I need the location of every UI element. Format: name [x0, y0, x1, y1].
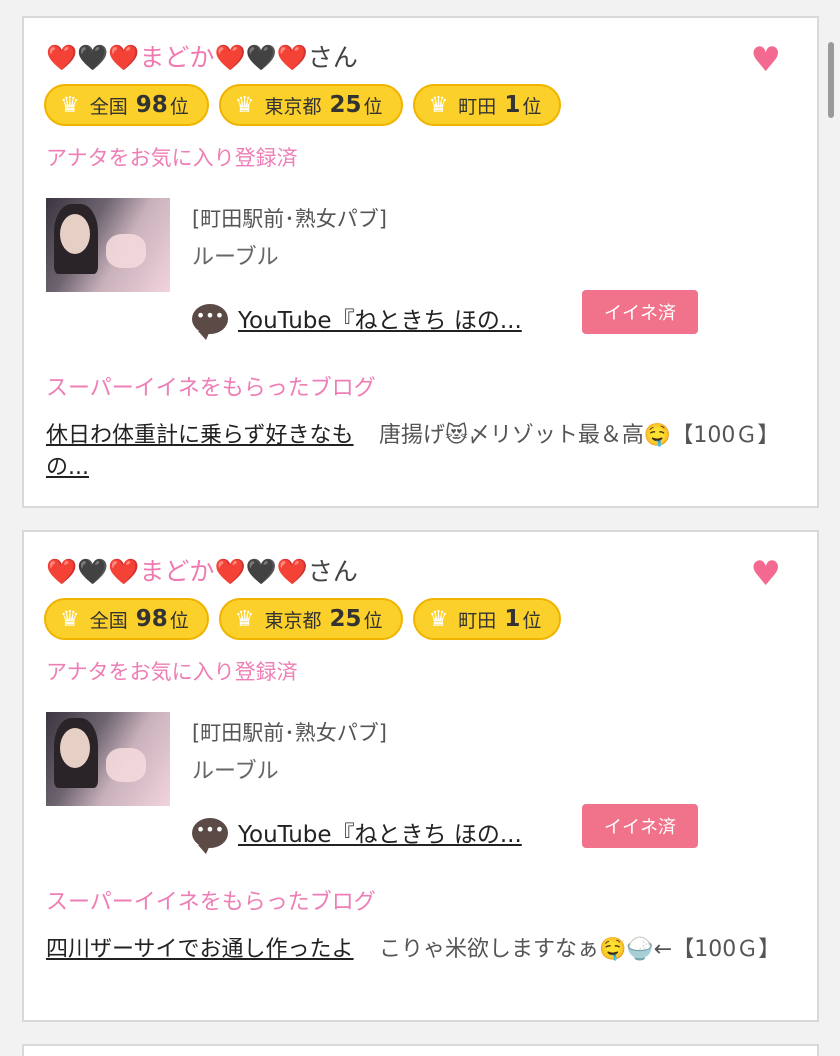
- girl-card: ❤️🖤❤️まどか❤️🖤❤️さん ♥ ♛ 全国 98 位 ♛ 東京都 25 位 ♛…: [22, 16, 819, 508]
- blog-post-link[interactable]: YouTube『ねときち ほの...: [238, 815, 522, 849]
- girl-name[interactable]: ❤️🖤❤️まどか❤️🖤❤️さん: [46, 554, 358, 590]
- rank-unit: 位: [363, 95, 383, 118]
- super-iine-label: スーパーイイネをもらったブログ: [46, 376, 376, 401]
- speech-bubble-icon: •••: [192, 818, 228, 854]
- iine-button[interactable]: イイネ済: [582, 804, 698, 848]
- rank-unit: 位: [363, 609, 383, 632]
- favorite-status: アナタをお気に入り登録済: [46, 146, 298, 170]
- iine-button[interactable]: イイネ済: [582, 290, 698, 334]
- black-heart-icon: 🖤: [245, 557, 277, 586]
- rank-badge-prefecture: ♛ 東京都 25 位: [218, 84, 403, 126]
- rank-number: 1: [504, 606, 521, 632]
- red-heart-icon: ❤️: [46, 557, 78, 586]
- rank-area: 東京都: [264, 95, 322, 118]
- name-suffix: さん: [307, 43, 358, 72]
- favorite-status: アナタをお気に入り登録済: [46, 660, 298, 684]
- crown-icon: ♛: [428, 92, 449, 118]
- red-heart-icon: ❤️: [276, 43, 308, 72]
- crown-icon: ♛: [234, 92, 255, 118]
- rank-badge-national: ♛ 全国 98 位: [44, 598, 209, 640]
- super-iine-blog-link[interactable]: 四川ザーサイでお通し作ったよ: [46, 934, 372, 966]
- red-heart-icon: ❤️: [214, 557, 246, 586]
- shop-name[interactable]: ルーブル: [192, 239, 279, 271]
- crown-icon: ♛: [60, 606, 80, 632]
- girl-thumbnail[interactable]: [46, 198, 170, 292]
- girl-card: [22, 1044, 819, 1056]
- crown-icon: ♛: [60, 92, 80, 118]
- crown-icon: ♛: [428, 606, 449, 632]
- red-heart-icon: ❤️: [108, 43, 140, 72]
- rank-badge-national: ♛ 全国 98 位: [44, 84, 209, 126]
- rank-area: 町田: [458, 609, 497, 632]
- crown-icon: ♛: [234, 606, 255, 632]
- shop-name[interactable]: ルーブル: [192, 753, 279, 785]
- thumb-face: [60, 214, 90, 254]
- super-iine-label: スーパーイイネをもらったブログ: [46, 890, 376, 915]
- shop-category: [町田駅前･熟女パブ]: [192, 721, 387, 745]
- rank-unit: 位: [522, 609, 542, 632]
- red-heart-icon: ❤️: [276, 557, 308, 586]
- girl-thumbnail[interactable]: [46, 712, 170, 806]
- rank-number: 25: [329, 92, 362, 118]
- rank-badges: ♛ 全国 98 位 ♛ 東京都 25 位 ♛ 町田 1 位: [44, 84, 562, 126]
- favorite-heart-icon[interactable]: ♥: [751, 40, 781, 80]
- girl-name[interactable]: ❤️🖤❤️まどか❤️🖤❤️さん: [46, 40, 358, 76]
- girl-name-text: まどか: [139, 43, 215, 72]
- rank-unit: 位: [169, 609, 189, 632]
- rank-area: 東京都: [264, 609, 322, 632]
- black-heart-icon: 🖤: [77, 43, 109, 72]
- thumb-hand: [106, 748, 146, 782]
- super-iine-comment: こりゃ米欲しますなぁ🤤🍚←【100Ｇ】: [379, 937, 781, 962]
- name-suffix: さん: [307, 557, 358, 586]
- thumb-face: [60, 728, 90, 768]
- thumb-hand: [106, 234, 146, 268]
- rank-unit: 位: [522, 95, 542, 118]
- shop-category: [町田駅前･熟女パブ]: [192, 207, 387, 231]
- rank-number: 98: [135, 92, 168, 118]
- super-iine-comment: 唐揚げ😻〆リゾット最＆高🤤【100Ｇ】: [379, 423, 780, 448]
- girl-name-text: まどか: [139, 557, 215, 586]
- scrollbar[interactable]: [828, 42, 834, 118]
- blog-post-link[interactable]: YouTube『ねときち ほの...: [238, 301, 522, 335]
- rank-number: 25: [329, 606, 362, 632]
- speech-bubble-icon: •••: [192, 304, 228, 340]
- rank-area: 町田: [458, 95, 497, 118]
- rank-number: 98: [135, 606, 168, 632]
- rank-area: 全国: [89, 609, 128, 632]
- black-heart-icon: 🖤: [77, 557, 109, 586]
- super-iine-blog-link[interactable]: 休日わ体重計に乗らず好きなもの...: [46, 420, 372, 484]
- rank-badge-prefecture: ♛ 東京都 25 位: [218, 598, 403, 640]
- black-heart-icon: 🖤: [245, 43, 277, 72]
- girl-card: ❤️🖤❤️まどか❤️🖤❤️さん ♥ ♛ 全国 98 位 ♛ 東京都 25 位 ♛…: [22, 530, 819, 1022]
- rank-badges: ♛ 全国 98 位 ♛ 東京都 25 位 ♛ 町田 1 位: [44, 598, 562, 640]
- favorite-heart-icon[interactable]: ♥: [751, 554, 781, 594]
- red-heart-icon: ❤️: [46, 43, 78, 72]
- rank-number: 1: [504, 92, 521, 118]
- rank-area: 全国: [89, 95, 128, 118]
- red-heart-icon: ❤️: [214, 43, 246, 72]
- red-heart-icon: ❤️: [108, 557, 140, 586]
- rank-unit: 位: [169, 95, 189, 118]
- rank-badge-city: ♛ 町田 1 位: [412, 84, 562, 126]
- rank-badge-city: ♛ 町田 1 位: [412, 598, 562, 640]
